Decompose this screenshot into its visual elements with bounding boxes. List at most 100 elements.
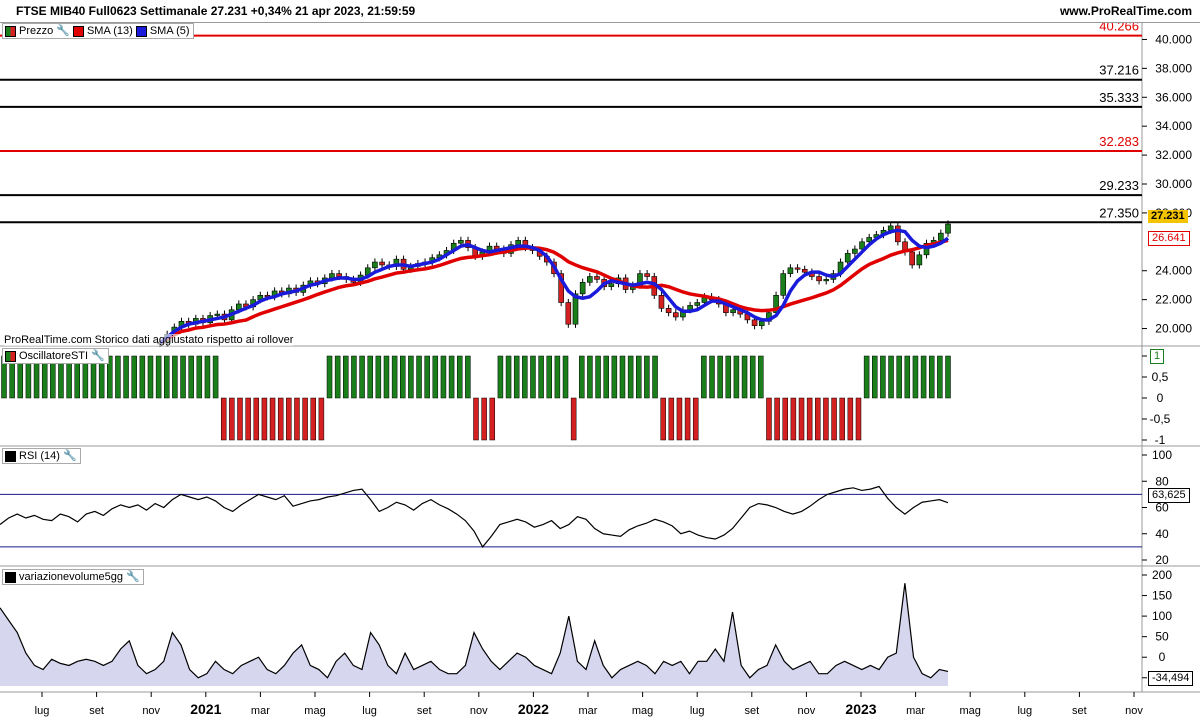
sti-bar (928, 355, 935, 399)
candle-body (916, 254, 923, 266)
sti-bar (408, 355, 414, 399)
price-tick-label: 20.000 (1155, 322, 1192, 336)
price-tick-label: 34.000 (1155, 119, 1192, 133)
sti-bar (790, 397, 797, 441)
sti-legend[interactable]: OscillatoreSTI 🔧 (2, 348, 109, 364)
wrench-icon[interactable]: 🔧 (63, 449, 77, 463)
sti-bar (489, 397, 496, 441)
sti-bar (847, 397, 854, 441)
candle-body (665, 308, 672, 313)
candle-body (801, 268, 808, 273)
sti-bar (212, 355, 219, 399)
sti-bar (481, 397, 487, 441)
sti-bar (806, 397, 813, 441)
sti-bar (872, 355, 878, 399)
sti-bar (603, 355, 609, 399)
sti-bar (912, 355, 919, 399)
candle-body (844, 253, 851, 263)
sti-bar (172, 355, 178, 399)
sti-bar (123, 355, 129, 399)
sti-bar (538, 355, 544, 399)
sti-tick-label: -0,5 (1150, 412, 1171, 426)
candle-body (458, 240, 464, 244)
sma13-badge: 26.641 (1148, 231, 1190, 246)
x-tick-label: lug (1017, 705, 1032, 717)
sti-bar (416, 355, 422, 399)
sti-bar (652, 355, 658, 399)
price-tick-label: 24.000 (1155, 264, 1192, 278)
sti-bar (546, 355, 552, 399)
x-tick-label: mag (304, 705, 325, 717)
legend-vol-label: variazionevolume5gg (19, 571, 123, 583)
level-label: 32.283 (1099, 134, 1139, 149)
sti-bar (180, 355, 186, 399)
sti-bar (896, 355, 902, 399)
wrench-icon[interactable]: 🔧 (91, 349, 105, 363)
sti-bar (644, 355, 650, 399)
candle-body (579, 281, 586, 295)
rsi-tick-label: 80 (1155, 474, 1169, 488)
sti-bar (880, 355, 886, 399)
sti-bar (692, 397, 699, 441)
candle-body (658, 294, 665, 309)
sti-bar (147, 355, 154, 399)
sti-bar (448, 355, 455, 399)
x-tick-label: 2021 (190, 701, 221, 717)
legend-rsi-label: RSI (14) (19, 450, 60, 462)
sti-bar (904, 355, 911, 399)
price-legend[interactable]: Prezzo 🔧 SMA (13) SMA (5) (2, 23, 194, 39)
last-price-badge: 27.231 (1148, 210, 1188, 223)
sti-bar (440, 355, 447, 399)
price-tick-label: 30.000 (1155, 177, 1192, 191)
candle-body (945, 223, 951, 234)
x-tick-label: set (1072, 705, 1087, 717)
sti-bar (513, 355, 520, 399)
sti-bar (465, 355, 471, 399)
sti-tick-label: 0,5 (1152, 370, 1169, 384)
x-tick-label: mar (579, 705, 598, 717)
sti-bar (261, 397, 268, 441)
sti-bar (253, 397, 260, 441)
sti-bar (619, 355, 626, 399)
vol-tick-label: 200 (1152, 568, 1172, 582)
candle-body (751, 319, 758, 326)
rsi-badge: 63,625 (1148, 488, 1190, 503)
sti-bar (383, 355, 390, 399)
sti-bar (473, 397, 479, 441)
site-link[interactable]: www.ProRealTime.com (1060, 4, 1192, 18)
sti-bar (888, 355, 894, 399)
sti-bar (579, 355, 585, 399)
candle-body (214, 313, 221, 316)
vol-tick-label: 50 (1155, 630, 1169, 644)
rollover-note: ProRealTime.com Storico dati aggiustato … (4, 334, 294, 346)
candle-body (794, 267, 801, 270)
candle-body (379, 261, 385, 266)
legend-sma5-label: SMA (5) (149, 25, 190, 37)
level-label: 29.233 (1099, 178, 1139, 193)
price-tick-label: 22.000 (1155, 293, 1192, 307)
candle-body (515, 240, 521, 246)
rsi-legend[interactable]: RSI (14) 🔧 (2, 448, 81, 464)
candle-body (372, 261, 378, 269)
legend-sma13-label: SMA (13) (86, 25, 133, 37)
sti-bar (815, 397, 821, 441)
sti-bar (611, 355, 618, 399)
vol-legend[interactable]: variazionevolume5gg 🔧 (2, 569, 144, 585)
sti-bar (570, 397, 577, 441)
wrench-icon[interactable]: 🔧 (56, 24, 70, 38)
x-tick-label: set (744, 705, 759, 717)
sti-bar (758, 355, 764, 399)
sti-bar (456, 355, 463, 399)
sti-bar (725, 355, 732, 399)
sti-badge: 1 (1150, 349, 1165, 364)
candle-body (895, 225, 901, 243)
wrench-icon[interactable]: 🔧 (126, 570, 140, 584)
price-tick-label: 36.000 (1155, 90, 1192, 104)
level-label: 35.333 (1099, 90, 1139, 105)
sma13-line (159, 238, 949, 345)
sti-bar (733, 355, 740, 399)
sti-bar (660, 397, 666, 441)
sti-bar (229, 397, 235, 441)
sti-bar (115, 355, 121, 399)
sti-bar (367, 355, 373, 399)
